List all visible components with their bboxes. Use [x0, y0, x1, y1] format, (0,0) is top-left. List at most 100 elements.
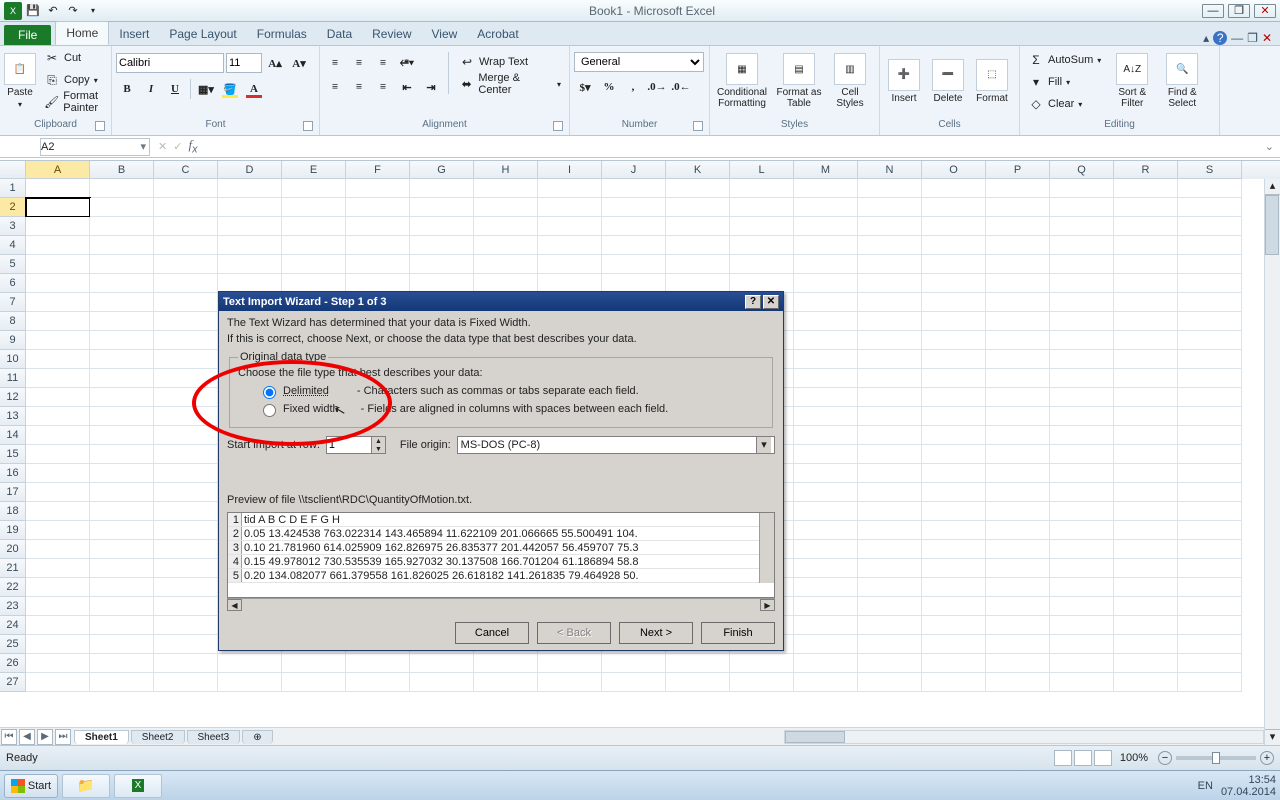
merge-center-button[interactable]: ⬌Merge & Center▾: [455, 74, 565, 94]
cell[interactable]: [858, 616, 922, 635]
cell[interactable]: [794, 426, 858, 445]
cell[interactable]: [474, 198, 538, 217]
enter-formula-icon[interactable]: ✓: [173, 140, 182, 153]
autosum-button[interactable]: ΣAutoSum▾: [1024, 50, 1105, 70]
cell[interactable]: [90, 426, 154, 445]
cell[interactable]: [1050, 369, 1114, 388]
find-select-button[interactable]: 🔍Find & Select: [1159, 48, 1205, 114]
cell[interactable]: [26, 217, 90, 236]
cell[interactable]: [154, 616, 218, 635]
cell[interactable]: [1114, 274, 1178, 293]
cell[interactable]: [986, 616, 1050, 635]
cell[interactable]: [346, 179, 410, 198]
cell[interactable]: [986, 654, 1050, 673]
cell[interactable]: [474, 236, 538, 255]
cell[interactable]: [474, 654, 538, 673]
align-middle-icon[interactable]: ≡: [348, 52, 370, 74]
cell[interactable]: [858, 635, 922, 654]
cell[interactable]: [1050, 179, 1114, 198]
row-header[interactable]: 8: [0, 312, 26, 331]
borders-button[interactable]: ▦▾: [195, 78, 217, 100]
cell[interactable]: [1050, 597, 1114, 616]
cell[interactable]: [858, 673, 922, 692]
cell[interactable]: [1050, 388, 1114, 407]
sheet-tab-sheet3[interactable]: Sheet3: [187, 730, 241, 744]
cell[interactable]: [858, 388, 922, 407]
row-header[interactable]: 24: [0, 616, 26, 635]
column-header[interactable]: I: [538, 161, 602, 179]
row-header[interactable]: 21: [0, 559, 26, 578]
column-header[interactable]: Q: [1050, 161, 1114, 179]
cell[interactable]: [794, 369, 858, 388]
new-sheet-button[interactable]: ⊕: [242, 730, 272, 744]
cell[interactable]: [730, 198, 794, 217]
cell[interactable]: [794, 521, 858, 540]
cell[interactable]: [1178, 236, 1242, 255]
cell[interactable]: [90, 236, 154, 255]
clear-button[interactable]: ◇Clear▾: [1024, 94, 1105, 114]
cell[interactable]: [922, 559, 986, 578]
cell[interactable]: [90, 597, 154, 616]
cell[interactable]: [1114, 673, 1178, 692]
page-layout-view-button[interactable]: [1074, 750, 1092, 766]
cell[interactable]: [1178, 635, 1242, 654]
row-header[interactable]: 18: [0, 502, 26, 521]
increase-decimal-icon[interactable]: .0→: [646, 76, 668, 98]
cell[interactable]: [1178, 654, 1242, 673]
cell[interactable]: [794, 198, 858, 217]
cell[interactable]: [26, 445, 90, 464]
cell[interactable]: [730, 236, 794, 255]
font-color-button[interactable]: A: [243, 78, 265, 100]
cell[interactable]: [1178, 445, 1242, 464]
row-header[interactable]: 4: [0, 236, 26, 255]
cell[interactable]: [986, 312, 1050, 331]
cell[interactable]: [1178, 293, 1242, 312]
start-row-spinner[interactable]: ▲▼: [326, 436, 386, 454]
minimize-ribbon-icon[interactable]: ▴: [1203, 31, 1209, 45]
cell[interactable]: [602, 654, 666, 673]
cell[interactable]: [986, 464, 1050, 483]
qat-dropdown-icon[interactable]: ▾: [84, 2, 102, 20]
finish-button[interactable]: Finish: [701, 622, 775, 644]
cell[interactable]: [1178, 312, 1242, 331]
cell[interactable]: [410, 217, 474, 236]
cell[interactable]: [474, 217, 538, 236]
cell[interactable]: [90, 673, 154, 692]
column-header[interactable]: B: [90, 161, 154, 179]
cell[interactable]: [922, 540, 986, 559]
cell[interactable]: [1050, 331, 1114, 350]
save-icon[interactable]: 💾: [24, 2, 42, 20]
cell[interactable]: [26, 635, 90, 654]
cell[interactable]: [26, 483, 90, 502]
cell[interactable]: [1178, 331, 1242, 350]
cell[interactable]: [154, 350, 218, 369]
cell[interactable]: [666, 236, 730, 255]
cell[interactable]: [858, 540, 922, 559]
column-header[interactable]: H: [474, 161, 538, 179]
column-header[interactable]: K: [666, 161, 730, 179]
cell[interactable]: [1178, 198, 1242, 217]
cell[interactable]: [1178, 673, 1242, 692]
start-row-input[interactable]: [327, 437, 371, 453]
undo-icon[interactable]: ↶: [44, 2, 62, 20]
row-header[interactable]: 5: [0, 255, 26, 274]
help-icon[interactable]: ?: [1213, 31, 1227, 45]
cell[interactable]: [26, 521, 90, 540]
zoom-in-icon[interactable]: +: [1260, 751, 1274, 765]
cell[interactable]: [26, 255, 90, 274]
cell[interactable]: [986, 179, 1050, 198]
copy-button[interactable]: ⎘Copy▾: [40, 70, 107, 90]
cell[interactable]: [282, 654, 346, 673]
cell[interactable]: [90, 502, 154, 521]
cell[interactable]: [602, 236, 666, 255]
cell[interactable]: [1178, 179, 1242, 198]
cell[interactable]: [1050, 483, 1114, 502]
file-origin-select[interactable]: MS-DOS (PC-8) ▾: [457, 436, 775, 454]
cell[interactable]: [154, 635, 218, 654]
cell[interactable]: [922, 274, 986, 293]
cell[interactable]: [154, 312, 218, 331]
cell[interactable]: [282, 236, 346, 255]
cell[interactable]: [90, 483, 154, 502]
cell[interactable]: [154, 388, 218, 407]
insert-tab[interactable]: Insert: [109, 23, 159, 45]
